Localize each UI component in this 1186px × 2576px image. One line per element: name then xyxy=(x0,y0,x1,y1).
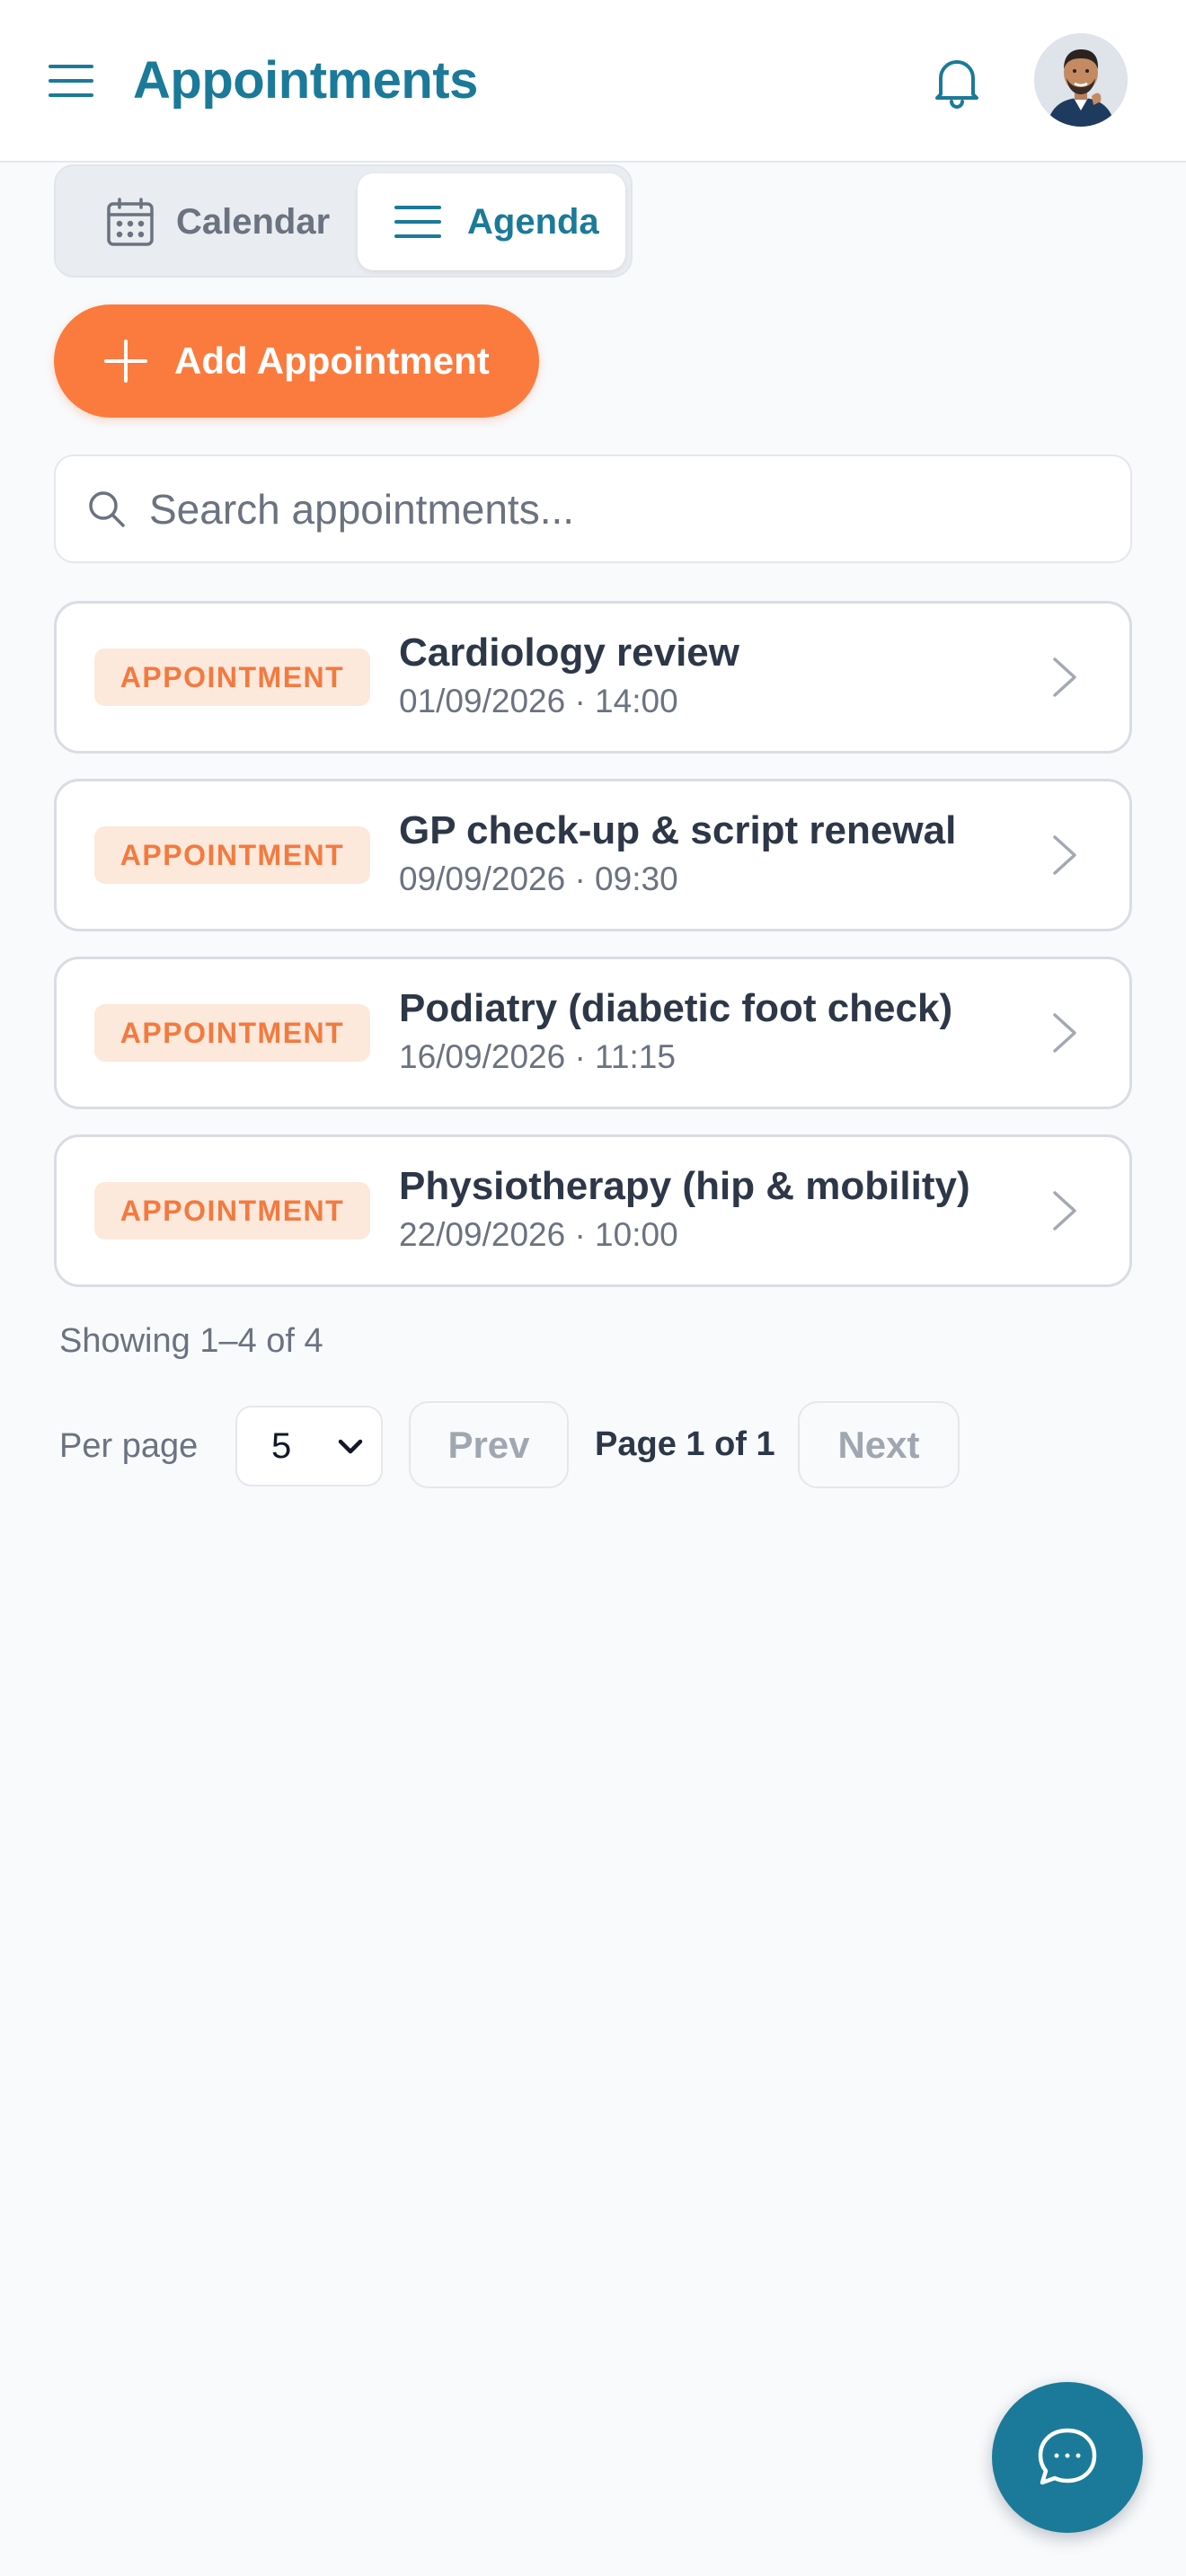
chevron-right-icon xyxy=(1041,1187,1088,1234)
per-page-value: 5 xyxy=(271,1425,292,1466)
appointment-type-badge: APPOINTMENT xyxy=(94,1182,370,1239)
app-root: Appointments Calendar Agenda Add Appoint… xyxy=(0,0,1186,2576)
prev-page-button[interactable]: Prev xyxy=(409,1401,569,1488)
appointment-datetime: 16/09/2026 · 11:15 xyxy=(399,1038,676,1075)
appointment-type-badge: APPOINTMENT xyxy=(94,648,370,706)
appointment-item[interactable]: APPOINTMENT Cardiology review 01/09/2026… xyxy=(54,601,1132,754)
menu-button[interactable] xyxy=(43,56,101,106)
appointment-item[interactable]: APPOINTMENT Podiatry (diabetic foot chec… xyxy=(54,957,1132,1109)
per-page-select[interactable]: 5 xyxy=(235,1406,383,1486)
appointment-title: Physiotherapy (hip & mobility) xyxy=(399,1164,970,1208)
notifications-button[interactable] xyxy=(925,50,988,113)
plus-icon xyxy=(101,336,151,386)
results-count: Showing 1–4 of 4 xyxy=(59,1322,323,1360)
chevron-right-icon xyxy=(1041,1010,1088,1056)
chevron-right-icon xyxy=(1041,654,1088,701)
appointment-type-badge: APPOINTMENT xyxy=(94,1004,370,1062)
list-icon xyxy=(390,194,446,250)
page-indicator: Page 1 of 1 xyxy=(595,1425,775,1463)
page-title: Appointments xyxy=(133,51,478,110)
calendar-icon xyxy=(102,194,158,250)
add-appointment-label: Add Appointment xyxy=(174,340,490,382)
per-page-label: Per page xyxy=(59,1427,199,1465)
chevron-right-icon xyxy=(1041,832,1088,878)
appointment-title: Cardiology review xyxy=(399,631,740,675)
tab-agenda-label: Agenda xyxy=(467,201,599,242)
search-input[interactable] xyxy=(149,484,1048,534)
chat-bubble-icon xyxy=(1038,2428,1097,2485)
appointment-datetime: 22/09/2026 · 10:00 xyxy=(399,1216,678,1253)
appointment-datetime: 01/09/2026 · 14:00 xyxy=(399,683,678,719)
tab-calendar[interactable]: Calendar xyxy=(63,173,403,270)
appointment-item[interactable]: APPOINTMENT Physiotherapy (hip & mobilit… xyxy=(54,1134,1132,1287)
chevron-down-icon xyxy=(331,1427,370,1467)
search-icon xyxy=(84,487,129,532)
hamburger-menu-icon xyxy=(49,65,93,97)
tab-calendar-label: Calendar xyxy=(176,201,331,242)
appointment-title: GP check-up & script renewal xyxy=(399,808,957,852)
user-avatar[interactable] xyxy=(1034,33,1128,127)
appointment-datetime: 09/09/2026 · 09:30 xyxy=(399,860,678,897)
search-bar xyxy=(54,454,1132,563)
view-toggle: Calendar Agenda xyxy=(54,164,633,278)
appointment-item[interactable]: APPOINTMENT GP check-up & script renewal… xyxy=(54,779,1132,931)
bell-icon xyxy=(935,60,978,109)
top-app-bar: Appointments xyxy=(0,0,1186,163)
add-appointment-button[interactable]: Add Appointment xyxy=(54,304,539,418)
appointment-type-badge: APPOINTMENT xyxy=(94,826,370,884)
tab-agenda[interactable]: Agenda xyxy=(358,173,625,270)
appointment-title: Podiatry (diabetic foot check) xyxy=(399,986,953,1030)
avatar-image xyxy=(1034,33,1128,127)
chat-button[interactable] xyxy=(992,2382,1143,2533)
next-page-button[interactable]: Next xyxy=(798,1401,960,1488)
